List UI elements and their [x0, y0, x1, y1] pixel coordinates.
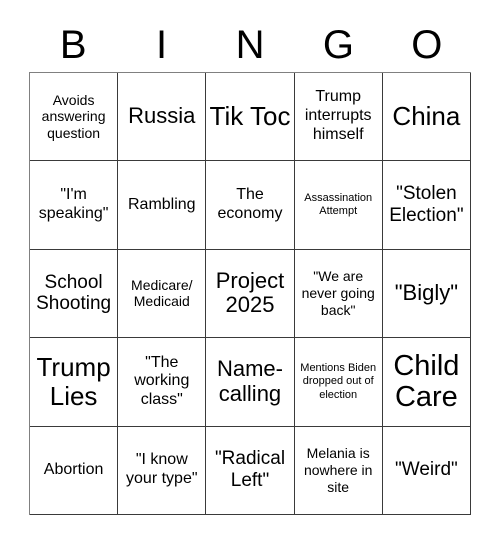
- bingo-cell-label: Medicare/ Medicaid: [131, 276, 193, 310]
- bingo-cell-label: Abortion: [43, 460, 104, 478]
- bingo-header-letter-o: O: [411, 23, 443, 67]
- bingo-cell-b1[interactable]: Avoids answering question: [30, 73, 119, 162]
- bingo-cell-i5[interactable]: "I know your type": [118, 426, 207, 515]
- bingo-cell-i2[interactable]: Rambling: [118, 161, 207, 250]
- bingo-cell-g4[interactable]: Mentions Biden dropped out of election: [294, 338, 383, 427]
- bingo-cell-label: "Stolen Election": [389, 183, 464, 227]
- bingo-cell-label: Child Care: [393, 349, 460, 413]
- bingo-cell-n1[interactable]: Tik Toc: [206, 73, 295, 162]
- bingo-header-row: B I N G O: [29, 18, 471, 72]
- bingo-cell-i4[interactable]: "The working class": [118, 338, 207, 427]
- bingo-cell-label: Mentions Biden dropped out of election: [300, 361, 377, 401]
- bingo-cell-label: "I know your type": [126, 451, 198, 488]
- bingo-grid: Avoids answering question Russia Tik Toc…: [29, 72, 471, 515]
- bingo-header-letter-g: G: [322, 23, 354, 67]
- bingo-card: B I N G O Avoids answering question Russ…: [0, 0, 500, 544]
- bingo-cell-label: "Bigly": [394, 280, 459, 306]
- bingo-cell-label: The economy: [217, 186, 283, 223]
- bingo-cell-label: "Weird": [395, 459, 458, 481]
- bingo-cell-o3[interactable]: "Bigly": [382, 249, 471, 339]
- bingo-cell-label: Melania is nowhere in site: [303, 445, 373, 495]
- bingo-cell-g5[interactable]: Melania is nowhere in site: [294, 426, 383, 515]
- bingo-cell-label: Project 2025: [215, 267, 285, 318]
- bingo-cell-o5[interactable]: "Weird": [382, 426, 471, 515]
- bingo-cell-n4[interactable]: Name-calling: [206, 338, 295, 427]
- bingo-cell-label: "We are never going back": [301, 268, 375, 318]
- bingo-cell-label: "I'm speaking": [38, 186, 109, 223]
- bingo-cell-label: Trump interrupts himself: [304, 88, 372, 144]
- bingo-cell-i1[interactable]: Russia: [118, 73, 207, 162]
- bingo-cell-o4[interactable]: Child Care: [382, 338, 471, 427]
- bingo-cell-label: China: [392, 101, 461, 132]
- bingo-header-letter-i: I: [156, 23, 168, 67]
- bingo-cell-i3[interactable]: Medicare/ Medicaid: [118, 249, 207, 339]
- bingo-cell-b4[interactable]: Trump Lies: [30, 338, 119, 427]
- bingo-cell-g2[interactable]: Assassination Attempt: [294, 161, 383, 250]
- bingo-cell-label: School Shooting: [36, 271, 112, 315]
- bingo-cell-label: Assassination Attempt: [304, 191, 373, 218]
- bingo-cell-label: Avoids answering question: [41, 91, 106, 142]
- bingo-cell-label: "The working class": [134, 353, 190, 409]
- bingo-cell-n3[interactable]: Project 2025: [206, 249, 295, 339]
- bingo-cell-n2[interactable]: The economy: [206, 161, 295, 250]
- bingo-cell-o1[interactable]: China: [382, 73, 471, 162]
- bingo-cell-label: Rambling: [127, 195, 196, 213]
- bingo-cell-label: Russia: [128, 103, 196, 129]
- bingo-cell-b3[interactable]: School Shooting: [30, 249, 119, 339]
- bingo-header-letter-b: B: [59, 23, 87, 67]
- bingo-cell-g1[interactable]: Trump interrupts himself: [294, 73, 383, 162]
- bingo-cell-o2[interactable]: "Stolen Election": [382, 161, 471, 250]
- bingo-cell-n5[interactable]: "Radical Left": [206, 426, 295, 515]
- bingo-cell-g3[interactable]: "We are never going back": [294, 249, 383, 339]
- bingo-cell-label: Tik Toc: [209, 101, 291, 132]
- bingo-cell-label: Trump Lies: [36, 352, 111, 411]
- bingo-cell-label: "Radical Left": [214, 448, 286, 492]
- bingo-header-letter-n: N: [235, 23, 265, 67]
- bingo-cell-b2[interactable]: "I'm speaking": [30, 161, 119, 250]
- bingo-cell-label: Name-calling: [216, 356, 283, 406]
- bingo-cell-b5[interactable]: Abortion: [30, 426, 119, 515]
